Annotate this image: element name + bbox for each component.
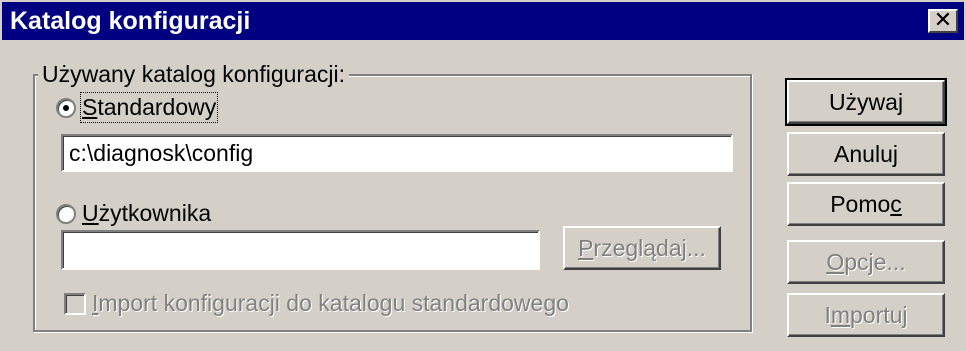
import-checkbox[interactable]: Import konfiguracji do katalogu standard… bbox=[64, 290, 569, 317]
window-title: Katalog konfiguracji bbox=[10, 7, 251, 35]
radio-standard[interactable]: Standardowy bbox=[56, 92, 219, 123]
groupbox-legend: Używany katalog konfiguracji: bbox=[38, 60, 349, 88]
radio-user-indicator[interactable] bbox=[56, 203, 76, 224]
radio-standard-label: Standardowy bbox=[79, 92, 219, 123]
import-button[interactable]: Importuj bbox=[787, 293, 945, 337]
browse-button[interactable]: Przeglądaj... bbox=[563, 226, 721, 270]
use-button[interactable]: Używaj bbox=[785, 78, 947, 126]
user-path-field[interactable] bbox=[61, 230, 540, 270]
radio-user-label: Użytkownika bbox=[82, 200, 212, 226]
close-button[interactable]: ✕ bbox=[928, 9, 958, 33]
standard-path-field[interactable]: c:\diagnosk\config bbox=[61, 134, 733, 172]
radio-user[interactable]: Użytkownika bbox=[56, 200, 211, 227]
help-button[interactable]: Pomoc bbox=[787, 182, 945, 226]
options-button[interactable]: Opcje... bbox=[787, 240, 945, 284]
import-checkbox-label: Import konfiguracji do katalogu standard… bbox=[92, 290, 569, 316]
title-bar: Katalog konfiguracji ✕ bbox=[2, 2, 964, 40]
config-dialog: Katalog konfiguracji ✕ Używany katalog k… bbox=[0, 0, 966, 351]
cancel-button[interactable]: Anuluj bbox=[787, 132, 945, 176]
close-icon: ✕ bbox=[933, 7, 953, 32]
radio-standard-indicator[interactable] bbox=[56, 97, 76, 118]
import-checkbox-box[interactable] bbox=[64, 292, 86, 315]
